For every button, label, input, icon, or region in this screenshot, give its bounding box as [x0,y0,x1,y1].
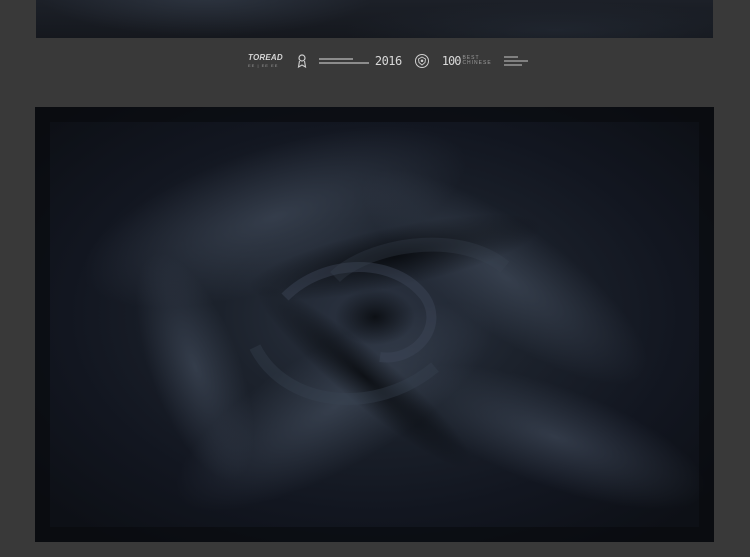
brand-name: TOREAD [248,53,283,62]
fabric-swirl-illustration [35,107,714,542]
hundred-label: 100 [441,54,462,68]
brand-logo: TOREAD EE | EE EE [248,54,283,68]
year-label: 2016 [374,54,402,68]
rank-ribbon-icon [297,53,307,69]
fine-print-block [318,58,369,64]
brand-logo-strip: TOREAD EE | EE EE 2016 100 BEST CHINESE [236,50,528,72]
crest-badge-icon [414,53,430,69]
fine-print-block [503,56,528,66]
hundred-subtitle: BEST CHINESE [462,56,491,66]
brand-subtitle: EE | EE EE [248,63,279,68]
hundred-subtitle-line2: CHINESE [462,60,492,66]
page: TOREAD EE | EE EE 2016 100 BEST CHINESE [0,0,750,557]
fabric-image-top [36,0,713,38]
fabric-image-main [35,107,714,542]
